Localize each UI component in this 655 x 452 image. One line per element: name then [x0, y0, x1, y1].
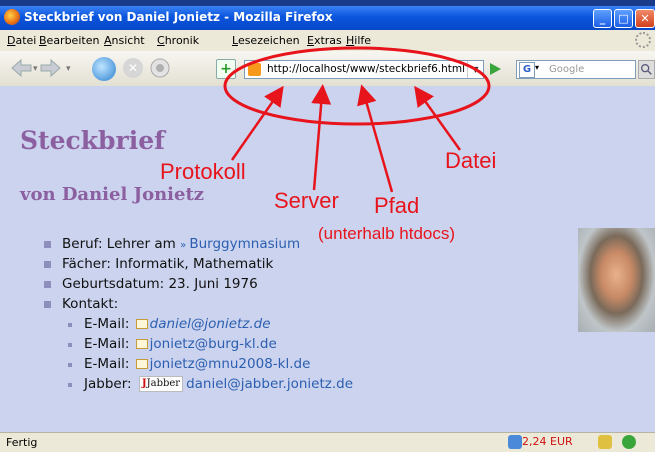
list-item-faecher: Fächer: Informatik, Mathematik	[44, 254, 353, 274]
bullet	[44, 261, 51, 268]
mail-icon	[135, 339, 148, 349]
email-link[interactable]: jonietz@mnu2008-kl.de	[150, 356, 311, 372]
menu-datei[interactable]: Datei	[7, 34, 36, 47]
window-titlebar[interactable]: Steckbrief von Daniel Jonietz - Mozilla …	[0, 6, 655, 30]
search-engine-icon[interactable]: G	[519, 62, 535, 78]
navigation-toolbar: ▾ ▾ ✕ + http://localhost/www/steckbrief6…	[0, 51, 655, 87]
annotation-pfad-note: (unterhalb htdocs)	[318, 224, 456, 243]
go-arrow-icon[interactable]	[487, 61, 503, 77]
back-arrow-icon[interactable]	[10, 59, 32, 77]
menu-extras[interactable]: Extras	[307, 34, 342, 47]
back-dropdown-icon[interactable]: ▾	[33, 64, 38, 74]
jabber-logo-icon: JJabber	[138, 376, 184, 392]
mail-icon	[135, 319, 148, 329]
list-item-kontakt: Kontakt:	[44, 294, 353, 314]
sub-bullet	[68, 343, 72, 347]
annotation-datei: Datei	[445, 148, 497, 173]
contact-label: Jabber:	[84, 376, 132, 392]
addon-icon[interactable]	[598, 435, 612, 449]
stop-icon[interactable]: ✕	[123, 58, 143, 78]
jabber-link[interactable]: daniel@jabber.jonietz.de	[186, 376, 353, 392]
sub-bullet	[68, 363, 72, 367]
contact-item-email: E-Mail: jonietz@burg-kl.de	[44, 334, 353, 354]
page-subtitle: von Daniel Jonietz	[20, 184, 205, 205]
contact-item-jabber: Jabber: JJabber daniel@jabber.jonietz.de	[44, 374, 353, 394]
contact-label: E-Mail:	[84, 356, 130, 372]
list-item-geburtsdatum: Geburtsdatum: 23. Juni 1976	[44, 274, 353, 294]
sub-bullet	[68, 383, 72, 387]
search-placeholder: Google	[549, 64, 585, 75]
faecher-text: Fächer: Informatik, Mathematik	[62, 256, 274, 272]
search-field[interactable]: G ▾ Google	[516, 60, 636, 79]
menu-hilfe[interactable]: Hilfe	[346, 34, 371, 47]
url-field[interactable]: http://localhost/www/steckbrief6.html ▼	[244, 60, 484, 79]
page-title: Steckbrief	[20, 126, 165, 155]
add-bookmark-icon[interactable]: +	[216, 59, 236, 79]
currency-value: 2,24 EUR	[522, 435, 573, 448]
throbber-icon	[635, 32, 651, 48]
contact-item-email: E-Mail: jonietz@mnu2008-kl.de	[44, 354, 353, 374]
window-title: Steckbrief von Daniel Jonietz - Mozilla …	[24, 10, 333, 24]
profile-list: Beruf: Lehrer am » Burggymnasium Fächer:…	[44, 234, 353, 394]
kontakt-label: Kontakt:	[62, 296, 119, 312]
email-link[interactable]: jonietz@burg-kl.de	[150, 336, 277, 352]
home-icon[interactable]	[150, 58, 170, 78]
mail-icon	[135, 359, 148, 369]
status-bar: Fertig 2,24 EUR	[0, 432, 655, 452]
geburtsdatum-text: Geburtsdatum: 23. Juni 1976	[62, 276, 258, 292]
reload-icon[interactable]	[92, 57, 116, 81]
url-dropdown-icon[interactable]: ▼	[467, 61, 483, 78]
contact-label: E-Mail:	[84, 336, 130, 352]
url-text: http://localhost/www/steckbrief6.html	[267, 63, 466, 75]
check-icon[interactable]	[622, 435, 636, 449]
portrait-photo	[578, 228, 655, 332]
menu-ansicht[interactable]: Ansicht	[104, 34, 145, 47]
annotation-server: Server	[274, 188, 339, 213]
currency-icon	[508, 435, 522, 449]
page-content: Steckbrief von Daniel Jonietz Beruf: Leh…	[0, 86, 655, 432]
maximize-button[interactable]: □	[614, 9, 633, 28]
email-link[interactable]: daniel@jonietz.de	[150, 316, 271, 332]
menu-bar: Datei Bearbeiten Ansicht Chronik Lesezei…	[0, 30, 655, 51]
forward-dropdown-icon[interactable]: ▾	[66, 64, 71, 74]
site-favicon-icon	[248, 63, 261, 76]
bullet	[44, 241, 51, 248]
minimize-button[interactable]: _	[593, 9, 612, 28]
burggymnasium-link[interactable]: » Burggymnasium	[180, 236, 300, 252]
bullet	[44, 301, 51, 308]
bullet	[44, 281, 51, 288]
contact-label: E-Mail:	[84, 316, 130, 332]
beruf-label: Beruf: Lehrer am	[62, 236, 176, 252]
forward-arrow-icon[interactable]	[40, 59, 62, 77]
menu-bearbeiten[interactable]: Bearbeiten	[39, 34, 99, 47]
search-engine-dropdown-icon[interactable]: ▾	[535, 63, 539, 72]
firefox-icon	[4, 9, 20, 25]
list-item-beruf: Beruf: Lehrer am » Burggymnasium	[44, 234, 353, 254]
status-text: Fertig	[6, 436, 38, 449]
menu-lesezeichen[interactable]: Lesezeichen	[232, 34, 300, 47]
close-button[interactable]: ✕	[635, 9, 655, 28]
contact-item-email: E-Mail: daniel@jonietz.de	[44, 314, 353, 334]
annotation-protokoll: Protokoll	[160, 159, 246, 184]
sub-bullet	[68, 323, 72, 327]
annotation-pfad: Pfad	[374, 193, 420, 218]
search-icon[interactable]	[638, 60, 655, 79]
menu-chronik[interactable]: Chronik	[157, 34, 199, 47]
